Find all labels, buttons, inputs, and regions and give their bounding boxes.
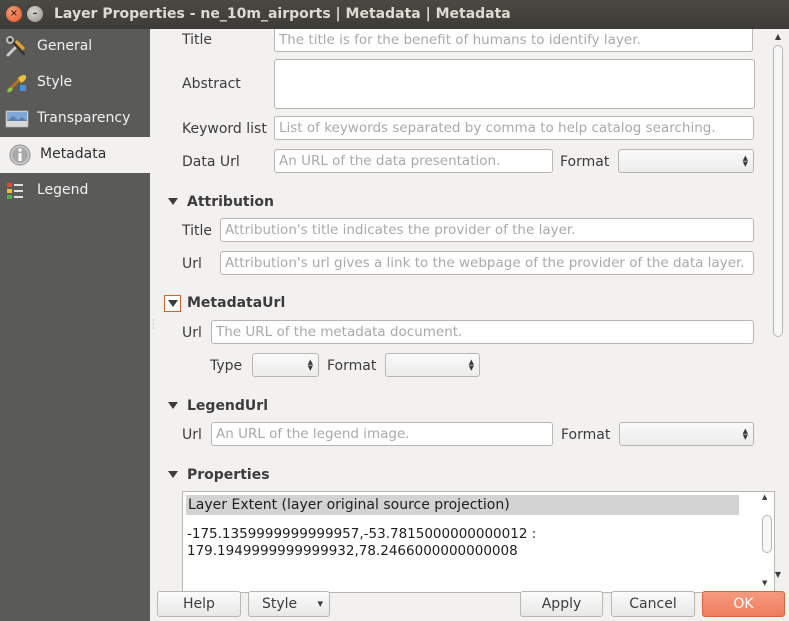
sidebar-item-general[interactable]: General (0, 29, 150, 65)
minimize-icon: – (32, 8, 38, 19)
title-bar: × – Layer Properties - ne_10m_airports |… (0, 0, 789, 29)
layer-extent-heading: Layer Extent (layer original source proj… (186, 495, 739, 515)
collapse-triangle-icon (168, 197, 178, 205)
metadataurl-section-header: MetadataUrl (187, 295, 286, 311)
legendurl-section-header[interactable]: LegendUrl (168, 398, 268, 414)
style-button-label: Style (262, 596, 298, 612)
combo-arrows-icon: ▲ ▼ (307, 358, 313, 372)
keyword-list-label: Keyword list (182, 121, 267, 137)
sidebar-item-label: Metadata (40, 146, 107, 162)
layer-extent-line-2: 179.1949999999999932,78.2466000000000008 (187, 543, 518, 559)
legendurl-header-label: LegendUrl (187, 398, 268, 414)
data-url-format-label: Format (560, 154, 610, 170)
paintbrush-icon (7, 74, 27, 93)
metadata-panel: · · · Title The title is for the benefit o… (150, 29, 789, 621)
sidebar-item-transparency[interactable]: Transparency (0, 101, 150, 137)
tools-icon (6, 36, 26, 57)
abstract-field[interactable] (274, 59, 755, 109)
apply-button[interactable]: Apply (520, 591, 603, 617)
close-icon: × (9, 8, 19, 19)
legendurl-format-combo[interactable]: ▲ ▼ (619, 422, 754, 446)
title-label: Title (182, 32, 213, 48)
metadataurl-collapse-button[interactable] (164, 295, 181, 312)
cancel-button[interactable]: Cancel (611, 591, 695, 617)
minimize-window-button[interactable]: – (27, 6, 43, 22)
sidebar-item-label: Legend (37, 182, 89, 198)
sidebar-item-label: Transparency (37, 110, 131, 126)
sidebar-item-metadata[interactable]: Metadata (0, 137, 150, 173)
title-field[interactable]: The title is for the benefit of humans t… (274, 29, 753, 52)
metadataurl-url-label: Url (182, 325, 202, 341)
data-url-format-combo[interactable]: ▲ ▼ (618, 149, 754, 173)
legend-icon (7, 183, 23, 199)
legendurl-url-label: Url (182, 427, 202, 443)
window-title: Layer Properties - ne_10m_airports | Met… (54, 6, 511, 22)
sidebar: General Style Transparency Metadata Lege… (0, 29, 150, 621)
collapse-triangle-icon (168, 300, 178, 307)
metadataurl-format-combo[interactable]: ▲ ▼ (385, 353, 480, 377)
transparency-icon (5, 110, 29, 128)
panel-scrollbar[interactable]: ▲ ▼ (772, 31, 784, 585)
combo-arrows-icon: ▲ ▼ (742, 154, 748, 168)
scroll-thumb[interactable] (773, 45, 783, 337)
metadataurl-url-field[interactable]: The URL of the metadata document. (211, 320, 754, 344)
splitter-handle[interactable]: · · · (152, 317, 155, 333)
style-button[interactable]: Style ▾ (248, 591, 330, 617)
metadataurl-format-label: Format (327, 358, 377, 374)
scroll-down-icon[interactable]: ▼ (772, 569, 784, 581)
collapse-triangle-icon (168, 401, 178, 409)
dropdown-arrow-icon: ▾ (317, 597, 323, 610)
scroll-down-icon[interactable]: ▼ (762, 579, 767, 587)
info-icon (9, 144, 31, 166)
scroll-up-icon[interactable]: ▲ (772, 31, 784, 43)
properties-section-header[interactable]: Properties (168, 467, 270, 483)
attribution-title-label: Title (182, 223, 213, 239)
layer-properties-window: × – Layer Properties - ne_10m_airports |… (0, 0, 789, 621)
data-url-label: Data Url (182, 154, 240, 170)
attribution-url-field[interactable]: Attribution's url gives a link to the we… (220, 251, 754, 275)
combo-arrows-icon: ▲ ▼ (468, 358, 474, 372)
help-button[interactable]: Help (157, 591, 241, 617)
legendurl-format-label: Format (561, 427, 611, 443)
attribution-section-header[interactable]: Attribution (168, 194, 274, 210)
sidebar-item-legend[interactable]: Legend (0, 173, 150, 209)
properties-text-box[interactable]: Layer Extent (layer original source proj… (182, 491, 775, 593)
data-url-field[interactable]: An URL of the data presentation. (274, 149, 553, 173)
sidebar-item-style[interactable]: Style (0, 65, 150, 101)
sidebar-item-label: Style (37, 74, 73, 90)
keyword-list-field[interactable]: List of keywords separated by comma to h… (274, 116, 754, 140)
attribution-title-field[interactable]: Attribution's title indicates the provid… (220, 218, 754, 242)
scroll-up-icon[interactable]: ▲ (762, 493, 767, 501)
collapse-triangle-icon (168, 470, 178, 478)
metadataurl-type-combo[interactable]: ▲ ▼ (252, 353, 319, 377)
sidebar-item-label: General (37, 38, 93, 54)
properties-header-label: Properties (187, 467, 270, 483)
scroll-thumb[interactable] (762, 515, 772, 553)
ok-button[interactable]: OK (702, 591, 785, 617)
combo-arrows-icon: ▲ ▼ (742, 427, 748, 441)
legendurl-url-field[interactable]: An URL of the legend image. (211, 422, 553, 446)
attribution-url-label: Url (182, 256, 202, 272)
attribution-header-label: Attribution (187, 194, 274, 210)
metadataurl-type-label: Type (210, 358, 243, 374)
close-window-button[interactable]: × (6, 6, 22, 22)
abstract-label: Abstract (182, 76, 241, 92)
layer-extent-line-1: -175.1359999999999957,-53.78150000000000… (187, 526, 537, 542)
